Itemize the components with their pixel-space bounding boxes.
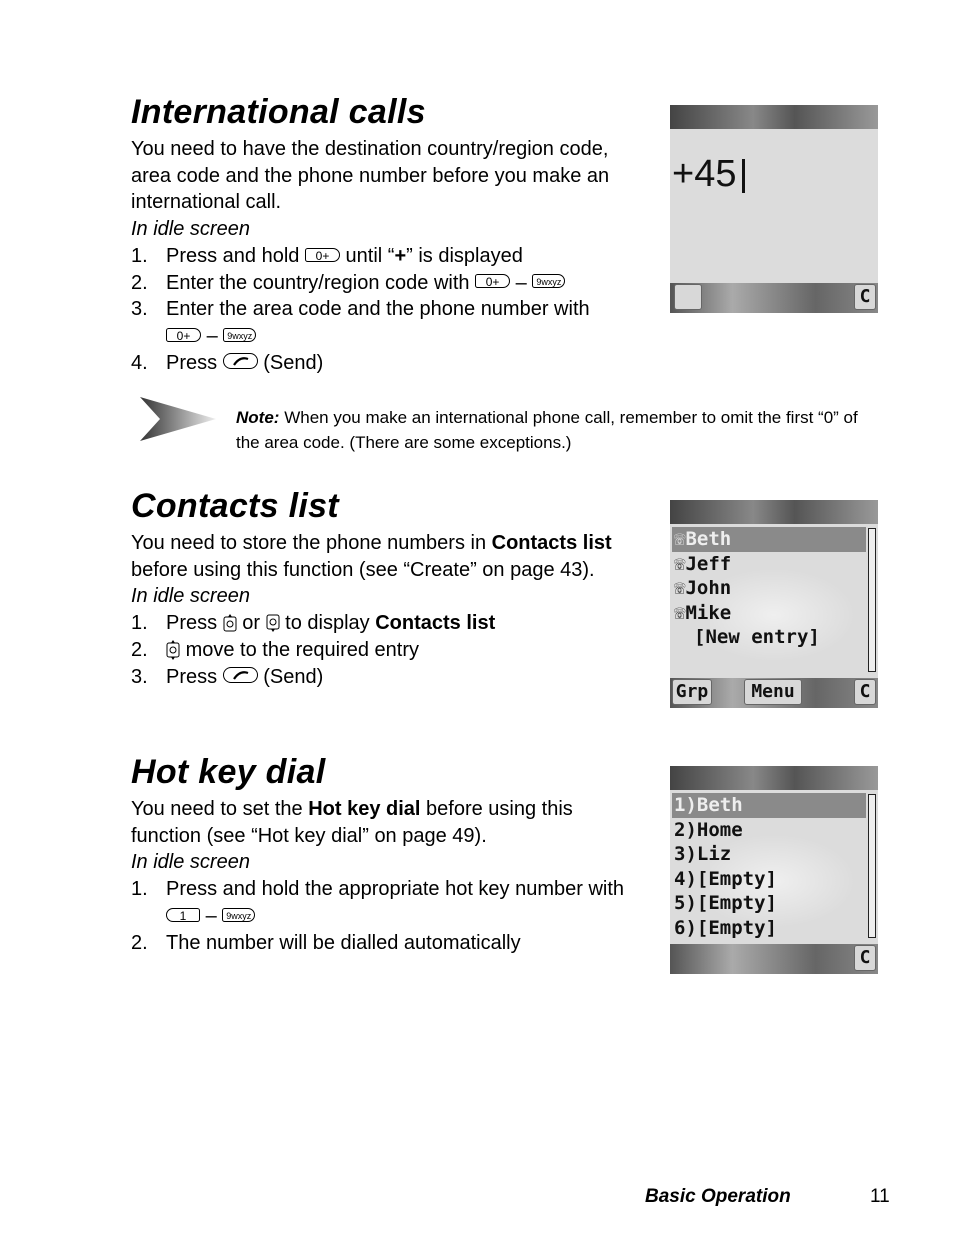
page-number: 11 xyxy=(870,1186,890,1207)
hotkey-entry[interactable]: 4)[Empty] xyxy=(672,867,866,892)
status-bar xyxy=(670,105,878,129)
step-item: 1. Press and hold the appropriate hot key… xyxy=(131,878,625,927)
international-context: In idle screen xyxy=(131,218,250,241)
contact-entry[interactable]: ☏John xyxy=(672,576,866,601)
contacts-list-section: Contacts list You need to store the phon… xyxy=(131,486,641,690)
step-item: 1. Press or to display Contacts list xyxy=(131,612,496,635)
hotkey-entry[interactable]: 1)Beth xyxy=(672,793,866,818)
scrollbar[interactable] xyxy=(868,528,876,672)
contacts-steps: 1. Press or to display Contacts list 2. m… xyxy=(131,610,641,690)
hotkey-intro: You need to set the Hot key dial before … xyxy=(131,798,573,847)
key-0-icon: 0+ xyxy=(166,327,201,343)
contacts-list-heading: Contacts list xyxy=(131,487,339,525)
hotkey-steps: 1. Press and hold the appropriate hot key… xyxy=(131,876,641,956)
contacts-context: In idle screen xyxy=(131,585,250,608)
note: Note: When you make an international pho… xyxy=(236,405,876,455)
nav-up-key-icon xyxy=(223,613,237,632)
send-key-icon xyxy=(222,667,258,684)
hot-key-dial-heading: Hot key dial xyxy=(131,753,326,791)
contacts-intro: You need to store the phone numbers in C… xyxy=(131,532,612,581)
hotkey-entry[interactable]: 6)[Empty] xyxy=(672,916,866,941)
step-item: 3. Enter the area code and the phone numb… xyxy=(131,298,590,347)
new-entry[interactable]: [New entry] xyxy=(672,625,866,650)
international-intro: You need to have the destination country… xyxy=(131,138,610,214)
step-item: 1. Press and hold 0+ until “+” is display… xyxy=(131,244,523,267)
hotkey-entry[interactable]: 3)Liz xyxy=(672,842,866,867)
step-item: 2. Enter the country/region code with 0+ … xyxy=(131,270,641,297)
contact-entry[interactable]: ☏Beth xyxy=(672,527,866,552)
status-bar xyxy=(670,500,878,524)
contacts-screen-list: ☏Beth ☏Jeff ☏John ☏Mike [New entry] xyxy=(672,527,866,650)
nav-down-key-icon xyxy=(266,613,280,632)
group-softkey[interactable]: Grp xyxy=(672,679,712,705)
footer-section-name: Basic Operation xyxy=(645,1186,791,1207)
status-bar xyxy=(670,766,878,790)
step-item: 2. move to the required entry xyxy=(131,638,420,661)
dial-display: +45 xyxy=(672,153,737,195)
scrollbar[interactable] xyxy=(868,794,876,938)
phone-screen-contacts: ☏Beth ☏Jeff ☏John ☏Mike [New entry] Grp … xyxy=(670,500,878,708)
note-text: When you make an international phone cal… xyxy=(236,408,858,452)
step-item: 4. Press (Send) xyxy=(131,351,324,374)
hot-key-dial-section: Hot key dial You need to set the Hot key… xyxy=(131,752,641,956)
note-arrow-icon xyxy=(138,396,218,447)
key-0-icon: 0+ xyxy=(304,247,340,263)
menu-softkey[interactable]: Menu xyxy=(744,679,802,705)
key-9-icon: 9wxyz xyxy=(532,274,566,289)
phone-screen-dial: +45 C xyxy=(670,105,878,313)
nav-updown-key-icon xyxy=(166,639,180,660)
phone-screen-hotkey: 1)Beth 2)Home 3)Liz 4)[Empty] 5)[Empty] … xyxy=(670,766,878,974)
key-0-icon: 0+ xyxy=(475,274,511,289)
international-calls-section: International calls You need to have the… xyxy=(131,92,641,376)
international-calls-heading: International calls xyxy=(131,93,426,131)
hotkey-screen-list: 1)Beth 2)Home 3)Liz 4)[Empty] 5)[Empty] … xyxy=(672,793,866,940)
hotkey-entry[interactable]: 2)Home xyxy=(672,818,866,843)
send-key-icon xyxy=(222,353,258,370)
note-label: Note: xyxy=(236,408,280,427)
softkey-bar xyxy=(670,944,878,974)
clear-softkey: C xyxy=(854,284,876,310)
key-1-icon: 1 xyxy=(166,907,200,923)
key-9-icon: 9wxyz xyxy=(223,327,257,342)
clear-softkey[interactable]: C xyxy=(854,945,876,971)
contact-entry[interactable]: ☏Mike xyxy=(672,601,866,626)
phonebook-softkey xyxy=(674,284,702,310)
cursor xyxy=(742,159,745,193)
hotkey-context: In idle screen xyxy=(131,851,250,874)
clear-softkey[interactable]: C xyxy=(854,679,876,705)
step-item: 3. Press (Send) xyxy=(131,665,324,688)
contact-entry[interactable]: ☏Jeff xyxy=(672,552,866,577)
hotkey-entry[interactable]: 5)[Empty] xyxy=(672,891,866,916)
key-9-icon: 9wxyz xyxy=(222,907,256,922)
step-item: 2. The number will be dialled automatical… xyxy=(131,931,521,954)
international-steps: 1. Press and hold 0+ until “+” is display… xyxy=(131,243,641,377)
